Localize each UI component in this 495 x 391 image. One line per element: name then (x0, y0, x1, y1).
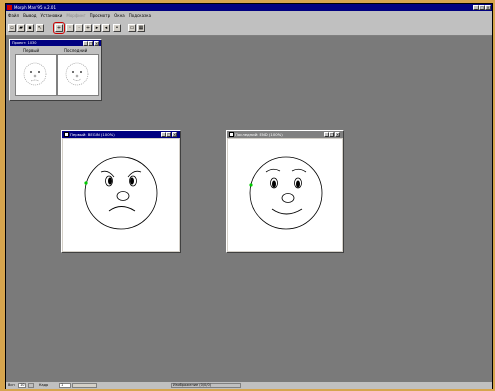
last-thumbnail-face (65, 62, 89, 86)
select-icon: ◦ (68, 25, 72, 31)
menu-view[interactable]: Просмотр (90, 13, 111, 18)
zoom-button[interactable]: + (84, 24, 92, 32)
open-icon: ▰ (19, 25, 23, 31)
delete-button[interactable]: · (75, 24, 83, 32)
control-point[interactable] (84, 181, 88, 185)
last-image-window: Последний: END (100%) _ □ × (226, 130, 344, 253)
options-icon: • (115, 25, 119, 31)
grid-button[interactable]: ▦ (137, 24, 145, 32)
first-thumbnail-face (23, 62, 47, 86)
save-icon: ▪ (28, 25, 32, 31)
last-image-title-bar[interactable]: Последний: END (100%) _ □ × (227, 131, 343, 138)
first-image-window: Первый: BEGIN (100%) _ □ × (61, 130, 181, 253)
smiling-face-drawing (249, 156, 323, 230)
first-image-canvas[interactable] (63, 139, 179, 251)
close-button[interactable]: × (485, 5, 491, 10)
image-info: Изображение (0/0/0) (171, 383, 241, 388)
fit-icon: ▭ (129, 25, 135, 31)
first-thumb-label: Первый (23, 48, 40, 53)
delete-icon: · (78, 25, 80, 31)
new-button[interactable]: ▫ (8, 24, 16, 32)
main-window: Morph Man'95 v.2.01 _ □ × Файл Вывод Уст… (5, 3, 493, 389)
thumb-close-button[interactable]: × (94, 40, 99, 46)
menu-output[interactable]: Вывод (23, 13, 36, 18)
frames-spin[interactable] (28, 383, 34, 388)
stop-button[interactable]: ◂ (102, 24, 110, 32)
first-image-title: Первый: BEGIN (100%) (70, 132, 115, 137)
menu-morphing[interactable]: Морфинг (66, 13, 85, 18)
add-point-button[interactable]: + (53, 22, 65, 34)
play-icon: ▸ (95, 25, 99, 31)
select-button[interactable]: ◦ (66, 24, 74, 32)
play-button[interactable]: ▸ (93, 24, 101, 32)
first-close-button[interactable]: × (172, 132, 177, 137)
first-image-title-bar[interactable]: Первый: BEGIN (100%) _ □ × (62, 131, 180, 138)
stop-icon: ◂ (104, 25, 108, 31)
toolbar: ▫ ▰ ▪ ↖ + ◦ · + ▸ ◂ • ▭ ▦ (6, 20, 492, 36)
first-maximize-button[interactable]: □ (166, 132, 171, 137)
menu-bar: Файл Вывод Установки Морфинг Просмотр Ок… (6, 11, 492, 20)
new-icon: ▫ (10, 25, 14, 31)
thumb-maximize-button[interactable]: □ (88, 40, 93, 46)
grid-icon: ▦ (138, 25, 144, 31)
frame-input[interactable]: 1 (59, 383, 71, 388)
frame-label: Кадр (39, 383, 49, 387)
first-thumbnail[interactable] (15, 54, 57, 96)
frames-label: Всп (8, 383, 15, 387)
pointer-icon: ↖ (37, 25, 43, 31)
app-title: Morph Man'95 v.2.01 (14, 5, 57, 10)
thumbnail-panel: Проект: 1030 _ □ × Первый Последний (9, 39, 102, 101)
last-image-canvas[interactable] (228, 139, 342, 251)
tool-button-4[interactable]: ↖ (36, 24, 44, 32)
image-window-icon (64, 132, 69, 137)
frame-slider[interactable] (72, 383, 97, 388)
app-icon (7, 5, 12, 10)
last-image-title: Последний: END (100%) (235, 132, 283, 137)
angry-face-drawing (84, 156, 158, 230)
menu-windows[interactable]: Окна (114, 13, 125, 18)
status-bar: Всп 10 Кадр 1 Изображение (0/0/0) (6, 382, 492, 389)
fit-button[interactable]: ▭ (128, 24, 136, 32)
save-button[interactable]: ▪ (26, 24, 34, 32)
zoom-icon: + (85, 25, 91, 31)
options-button[interactable]: • (113, 24, 121, 32)
last-thumb-label: Последний (64, 48, 88, 53)
control-point[interactable] (249, 183, 253, 187)
app-title-bar[interactable]: Morph Man'95 v.2.01 _ □ × (6, 4, 492, 11)
thumbnail-panel-title-text: Проект: 1030 (12, 41, 37, 45)
workspace: Проект: 1030 _ □ × Первый Последний Перв… (6, 36, 492, 382)
last-close-button[interactable]: × (335, 132, 340, 137)
add-point-icon: + (56, 25, 62, 31)
menu-file[interactable]: Файл (8, 13, 19, 18)
frames-input[interactable]: 10 (18, 383, 26, 388)
last-maximize-button[interactable]: □ (329, 132, 334, 137)
thumbnail-panel-title[interactable]: Проект: 1030 _ □ × (10, 40, 101, 46)
open-button[interactable]: ▰ (17, 24, 25, 32)
last-thumbnail[interactable] (57, 54, 99, 96)
menu-settings[interactable]: Установки (41, 13, 63, 18)
image-window-icon (229, 132, 234, 137)
menu-help[interactable]: Подсказка (129, 13, 151, 18)
